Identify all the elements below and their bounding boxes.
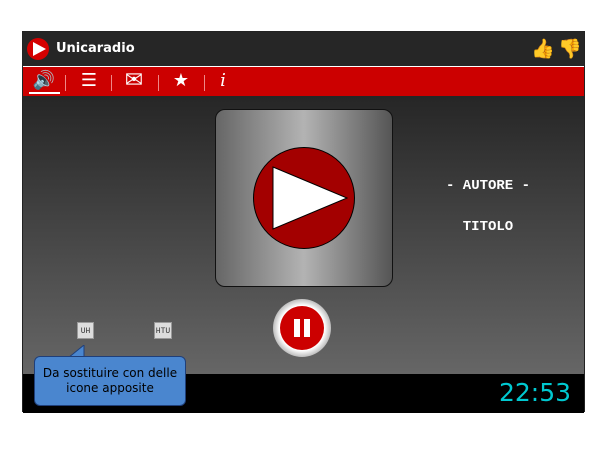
app-title: Unicaradio bbox=[56, 41, 135, 56]
tab-info-icon[interactable]: i bbox=[213, 70, 233, 92]
pause-button[interactable] bbox=[273, 299, 331, 357]
placeholder-icon-uh[interactable]: UH bbox=[77, 322, 94, 339]
track-title: TITOLO bbox=[462, 219, 514, 235]
placeholder-icon-htu[interactable]: HTU bbox=[154, 322, 172, 339]
tab-mail-icon[interactable]: ✉ bbox=[119, 70, 149, 92]
title-bar: Unicaradio 👍 👎 bbox=[23, 32, 584, 66]
thumbs-up-icon[interactable]: 👍 bbox=[531, 38, 555, 60]
divider bbox=[111, 75, 112, 91]
nav-bar: 🔊 ☰ ✉ ★ i bbox=[23, 66, 584, 97]
annotation-callout: Da sostituire con delle icone apposite bbox=[34, 356, 186, 406]
play-logo-icon bbox=[253, 147, 355, 249]
active-tab-indicator bbox=[29, 92, 60, 94]
pause-icon bbox=[280, 306, 324, 350]
app-screen: Unicaradio 👍 👎 🔊 ☰ ✉ ★ i - AUTORE - TITO… bbox=[22, 31, 585, 413]
tab-list-icon[interactable]: ☰ bbox=[75, 70, 103, 92]
tab-star-icon[interactable]: ★ bbox=[168, 70, 194, 92]
divider bbox=[204, 75, 205, 91]
divider bbox=[158, 75, 159, 91]
divider bbox=[65, 75, 66, 91]
app-logo-icon bbox=[27, 38, 49, 60]
clock: 22:53 bbox=[498, 378, 571, 407]
tab-speaker-icon[interactable]: 🔊 bbox=[29, 70, 59, 92]
player-area: - AUTORE - TITOLO UH HTU bbox=[23, 96, 584, 374]
thumbs-down-icon[interactable]: 👎 bbox=[558, 38, 582, 60]
album-cover bbox=[215, 109, 393, 287]
track-author: - AUTORE - bbox=[445, 178, 530, 194]
